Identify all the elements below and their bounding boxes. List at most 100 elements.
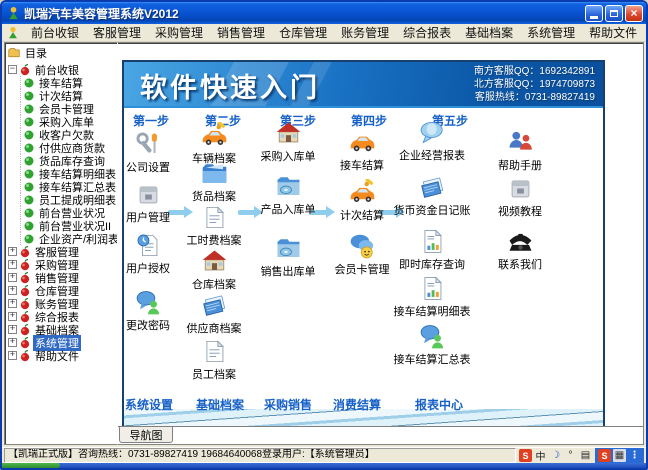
green-item-icon [23,90,35,102]
restore-icon [610,9,618,17]
apple-icon [19,350,31,362]
collapse-box-icon[interactable]: − [8,65,17,74]
app-icon-small [6,26,20,40]
quickstart-item-label: 公司设置 [126,162,170,174]
quickstart-item[interactable]: 接车结算明细表 [394,275,471,319]
quickstart-item-label: 接车结算汇总表 [393,354,471,366]
category-footer-label: 消费结算 [332,398,381,412]
expand-box-icon[interactable]: + [8,351,17,360]
menu-item[interactable]: 账务管理 [334,24,396,41]
menu-items: 前台收银 客服管理 采购管理 销售管理 仓库管理 账务管理 综合报表 基础档案 系统管理 帮助文件 [24,24,644,41]
more-icon[interactable]: ⋮ [628,449,641,462]
restore-button[interactable] [605,4,623,22]
tab-navigation-map[interactable]: 导航图 [119,427,173,443]
contact-line: 南方客服QQ：1692342891 [473,66,595,77]
close-button[interactable]: × [625,4,643,22]
quickstart-item-label: 视频教程 [498,206,542,218]
expand-box-icon[interactable]: + [8,286,17,295]
quickstart-item[interactable]: 员工档案 [180,338,248,382]
tree-connector [5,76,21,89]
quickstart-item[interactable]: 销售出库单 [254,235,322,279]
start-button-sliver[interactable] [2,463,60,468]
sogou-icon[interactable]: S [519,449,532,462]
expand-box-icon[interactable]: + [8,273,17,282]
menu-item[interactable]: 销售管理 [210,24,272,41]
navigation-tree: − 前台收银 接车结算 计次结算 会员卡管理 采购入库单 收客户欠款 付供应商货款 货品库存查询… [5,62,117,363]
quickstart-item-label: 货品档案 [192,191,236,203]
sogou-icon[interactable]: S [598,449,611,462]
quickstart-item[interactable]: 视频教程 [486,175,554,219]
quickstart-item[interactable]: 联系我们 [486,228,554,272]
expand-box-icon[interactable]: + [8,325,17,334]
quickstart-item[interactable]: 用户授权 [124,232,182,276]
tree-header-label: 目录 [25,48,47,60]
quickstart-item[interactable]: 货品档案 [180,160,248,204]
expand-box-icon[interactable]: + [8,312,17,321]
quickstart-item[interactable]: 供应商档案 [180,292,248,336]
pages-icon [419,174,446,201]
quickstart-item[interactable]: 计次结算 [328,179,396,223]
category-footer-label: 报表中心 [414,398,463,412]
close-icon: × [630,6,638,20]
quickstart-flow: 第一步 第二步 第三步 第四步 第五步 公司设置 用户管理 用户授权 更改密码 车辆档案 货品档案工… [124,108,603,430]
tree-connector [5,180,21,193]
apple-icon [19,272,31,284]
green-item-icon [23,155,35,167]
quickstart-item[interactable]: 即时库存查询 [398,228,466,272]
menu-item[interactable]: 帮助文件 [582,24,644,41]
lang-chinese-icon[interactable]: 中 [534,449,547,463]
quickstart-item[interactable]: 用户管理 [124,181,182,225]
bubbles-smiley-icon [349,233,376,260]
menu-item[interactable]: 客服管理 [86,24,148,41]
quickstart-item[interactable]: 采购入库单 [254,120,322,164]
mdi-window-buttons: × [644,27,646,38]
quickstart-item[interactable]: 公司设置 [124,131,182,175]
quickstart-item[interactable]: 企业经营报表 [398,119,466,163]
apple-icon [19,298,31,310]
moon-icon[interactable]: ☽ [549,449,562,462]
minimize-button[interactable] [585,4,603,22]
folder-disc-icon [275,235,302,262]
expand-box-icon[interactable]: + [8,247,17,256]
menubar: 前台收银 客服管理 采购管理 销售管理 仓库管理 账务管理 综合报表 基础档案 系统管理 帮助文件… [2,24,646,42]
quickstart-item[interactable]: 会员卡管理 [328,233,396,277]
quickstart-item[interactable]: 帮助手册 [486,129,554,173]
bubble-person-icon [419,323,446,350]
house-icon [275,120,302,147]
menu-item[interactable]: 系统管理 [520,24,582,41]
window-title: 凯瑞汽车美容管理系统V2012 [24,6,179,21]
quickstart-item[interactable]: 接车结算 [328,129,396,173]
step-label: 第四步 [350,114,387,128]
tree-connector [5,141,21,154]
category-footer-label: 系统设置 [124,398,173,412]
keyboard-icon[interactable]: ▦ [613,449,626,462]
quickstart-item[interactable]: 更改密码 [124,289,182,333]
quickstart-item[interactable]: 工时费档案 [180,204,248,248]
expand-box-icon[interactable]: + [8,338,17,347]
expand-box-icon[interactable]: + [8,299,17,308]
contact-line: 客服热线：0731-89827419 [474,92,595,103]
folder-icon [201,160,228,187]
green-item-icon [23,129,35,141]
tools-icon [135,131,162,158]
quickstart-item[interactable]: 产品入库单 [254,173,322,217]
expand-box-icon[interactable]: + [8,260,17,269]
people-icon [507,129,534,156]
menu-item[interactable]: 基础档案 [458,24,520,41]
quickstart-item[interactable]: 仓库档案 [180,248,248,292]
tree-connector [5,128,21,141]
menu-item[interactable]: 仓库管理 [272,24,334,41]
keyboard-icon[interactable]: ▤ [579,449,592,462]
tree-connector [5,206,21,219]
menu-item[interactable]: 采购管理 [148,24,210,41]
pen-icon[interactable]: ° [564,449,577,462]
menu-item[interactable]: 前台收银 [24,24,86,41]
menu-item[interactable]: 综合报表 [396,24,458,41]
mdi-minimize-button[interactable] [644,27,646,38]
quickstart-item[interactable]: 接车结算汇总表 [394,323,471,367]
sidebar-tree-panel: 目录 − 前台收银 接车结算 计次结算 会员卡管理 采购入库单 收客户欠款 付供应商货款 货品库… [4,42,118,445]
tree-connector [5,167,21,180]
quickstart-item[interactable]: 货币资金日记账 [394,174,471,218]
tab-strip: 导航图 [118,426,643,444]
tree-parent-item[interactable]: + 帮助文件 [5,349,117,363]
